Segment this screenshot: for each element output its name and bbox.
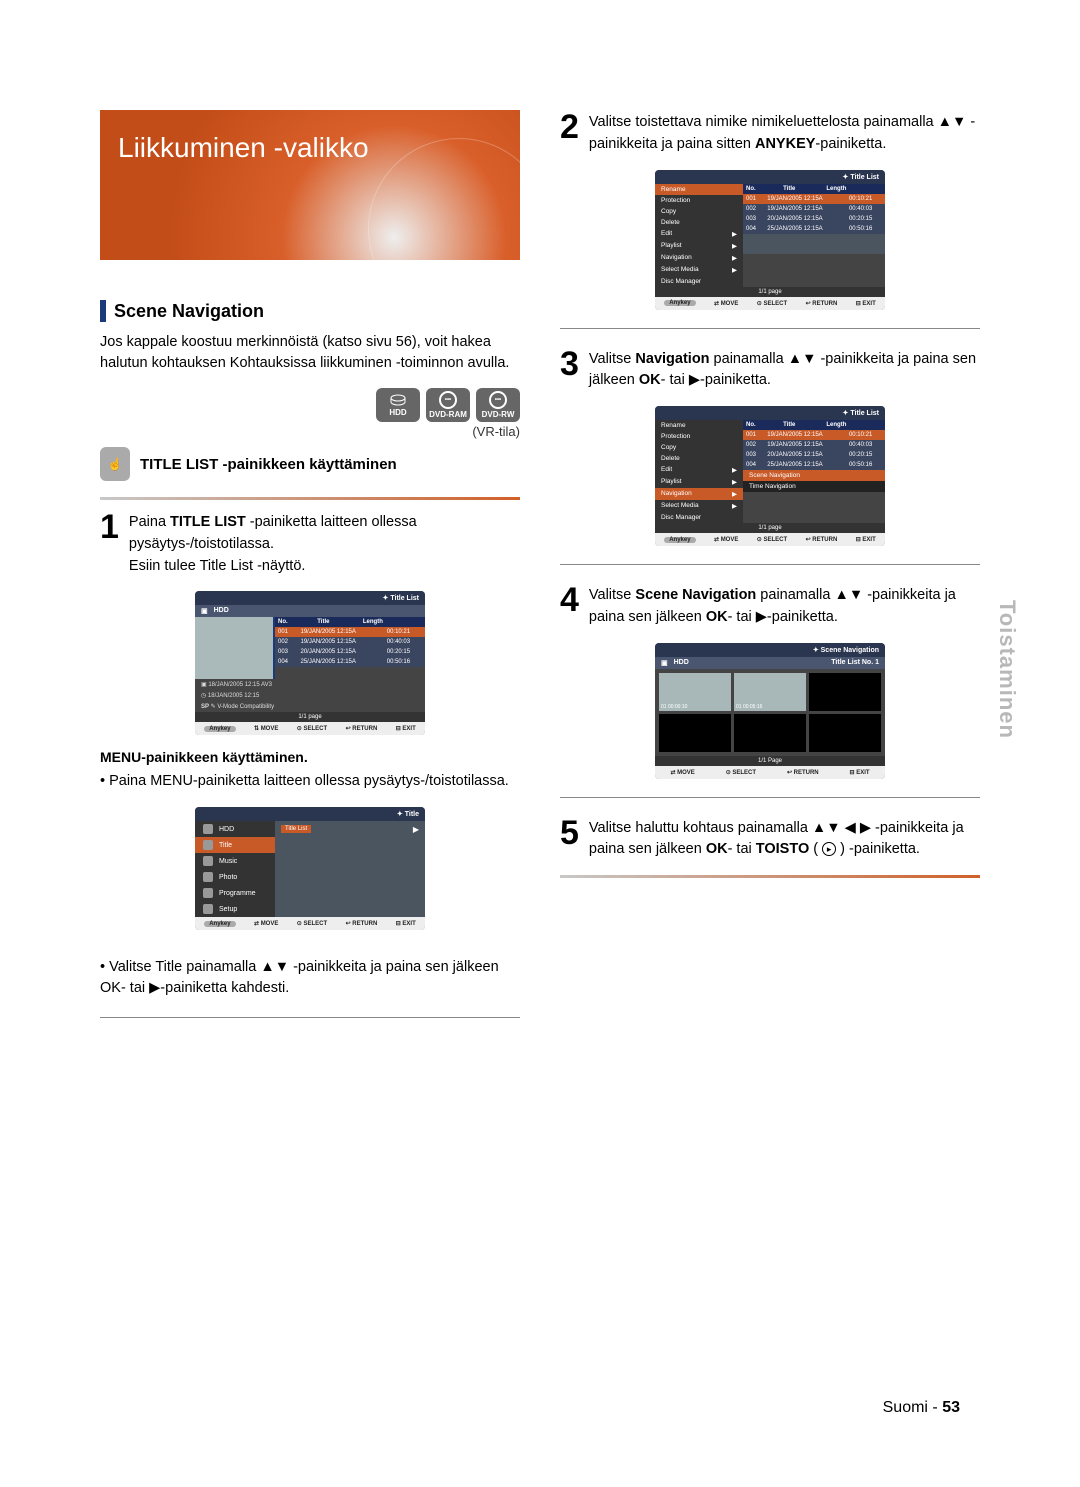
osd-scene-navigation: ✦ Scene Navigation ▣ HDDTitle List No. 1… xyxy=(655,643,885,779)
step-text: Paina TITLE LIST -painiketta laitteen ol… xyxy=(129,510,520,577)
osd-nav-submenu: ✦ Title List RenameProtectionCopyDeleteE… xyxy=(655,406,885,546)
page-number: Suomi - 53 xyxy=(883,1399,960,1417)
osd-title-menu: ✦ Title HDDTitleMusicPhotoProgrammeSetup… xyxy=(195,807,425,930)
heading-text: Scene Navigation xyxy=(114,301,264,322)
heading-bar-icon xyxy=(100,300,106,322)
hand-icon: ☝ xyxy=(100,447,130,481)
step-5: 5 Valitse haluttu kohtaus painamalla ▲▼ … xyxy=(560,816,980,862)
scene-grid: 01 00:00:1001 00:05:16 xyxy=(655,669,885,756)
title-table: No.TitleLength xyxy=(275,617,425,627)
hdd-icon: HDD xyxy=(376,388,420,422)
title-list-subhead: ☝ TITLE LIST -painikkeen käyttäminen xyxy=(100,447,520,481)
intro-paragraph: Jos kappale koostuu merkinnöistä (katso … xyxy=(100,332,520,374)
step-1: 1 Paina TITLE LIST -painiketta laitteen … xyxy=(100,510,520,577)
title-select-bullet: • Valitse Title painamalla ▲▼ -painikkei… xyxy=(100,957,520,999)
side-tab: Toistaminen xyxy=(994,600,1020,739)
subhead-text: TITLE LIST -painikkeen käyttäminen xyxy=(140,456,397,473)
left-menu: HDDTitleMusicPhotoProgrammeSetup xyxy=(195,821,275,917)
section-heading: Scene Navigation xyxy=(100,300,520,322)
menu-bullet: • Paina MENU-painiketta laitteen ollessa… xyxy=(100,771,520,792)
preview-thumb xyxy=(195,617,275,679)
page-banner: Liikkuminen -valikko xyxy=(100,110,520,260)
step-3: 3 Valitse Navigation painamalla ▲▼ -pain… xyxy=(560,347,980,393)
step-number: 1 xyxy=(100,510,119,577)
osd-context-menu: ✦ Title List RenameProtectionCopyDeleteE… xyxy=(655,170,885,310)
banner-title: Liikkuminen -valikko xyxy=(118,132,369,163)
gradient-rule xyxy=(100,497,520,500)
step-2: 2 Valitse toistettava nimike nimikeluett… xyxy=(560,110,980,156)
step-4: 4 Valitse Scene Navigation painamalla ▲▼… xyxy=(560,583,980,629)
media-badges: HDD •••DVD-RAM •••DVD-RW xyxy=(100,388,520,422)
osd-title-list: ✦ Title List ▣ HDD No.TitleLength 00119/… xyxy=(195,591,425,735)
play-circle-icon: ▸ xyxy=(822,842,836,856)
vr-mode-label: (VR-tila) xyxy=(100,424,520,439)
right-pane: Title List ▶ xyxy=(275,821,425,917)
separator xyxy=(100,1017,520,1018)
dvd-rw-icon: •••DVD-RW xyxy=(476,388,520,422)
menu-subhead: MENU-painikkeen käyttäminen. xyxy=(100,749,520,765)
dvd-ram-icon: •••DVD-RAM xyxy=(426,388,470,422)
nav-submenu: Scene Navigation Time Navigation xyxy=(743,470,885,492)
